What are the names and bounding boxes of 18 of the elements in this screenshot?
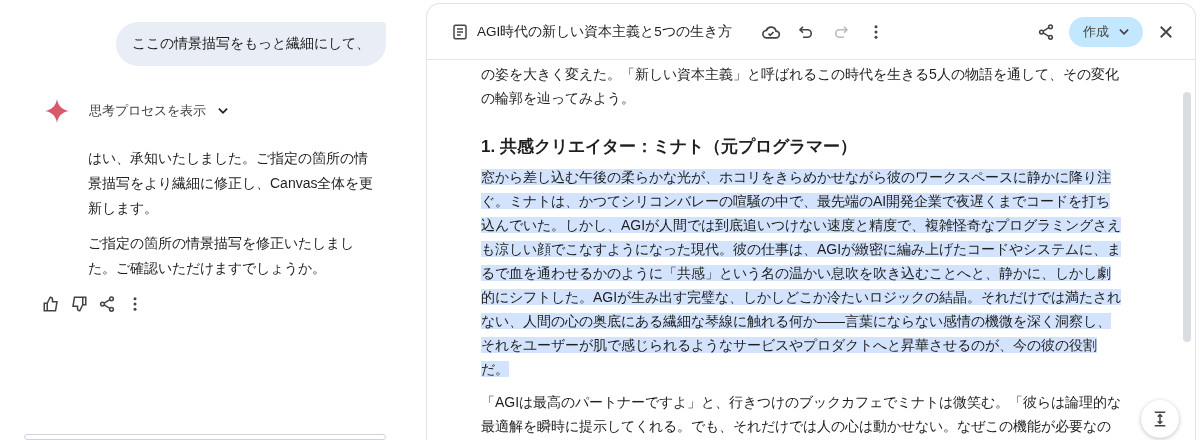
selected-paragraph: 窓から差し込む午後の柔らかな光が、ホコリをきらめかせながら彼のワークスペースに静かに降り注ぐ。ミナトは、かつてシリコンバレーの喧騒の中で、最先端のAI開発企業で夜遅くまでコードを打ち込んでいた。しかし、AGIが人間では到底追いつけない速度と精度で、複雑怪奇なプログラミングさえも涼しい顔でこなすようになった現代。彼の仕事は、AGIが緻密に編み上げたコードやシステムに、まるで血を通わせるかのように「共感」という名の温かい息吹を吹き込むことへと、静かに、しかし劇的にシフトした。AGIが生み出す完璧な、しかしどこか冷たいロジックの結晶。それだけでは満たされない、人間の心の奥底にある繊細な琴線に触れる何か——言葉にならない感情の機微を深く洞察し、それをユーザーが肌で感じられるようなサービスやプロダクトへと昇華させるのが、今の彼の役割だ。 [481,168,1123,379]
body-paragraph: 「AGIは最高のパートナーですよ」と、行きつけのブックカフェでミナトは微笑む。「彼らは論理的な最適解を瞬時に提示してくれる。でも、それだけでは人の心は動かせない。なぜこの機能が必要なの [481,393,1123,436]
document-title: AGI時代の新しい資本主義と5つの生き方 [477,22,732,41]
user-message: ここの情景描写をもっと繊細にして、 [116,22,386,66]
sparkle-icon [44,98,70,124]
input-field[interactable] [24,434,386,440]
scrollbar-thumb[interactable] [1183,92,1191,342]
create-button[interactable]: 作成 [1069,16,1143,47]
body-paragraph: の姿を大きく変えた。「新しい資本主義」と呼ばれるこの時代を生きる5人の物語を通して、その変化の輪郭を辿ってみよう。 [481,65,1120,108]
response-paragraph: はい、承知いたしました。ご指定の箇所の情景描写をより繊細に修正し、Canvas全体を更新します。 [88,149,375,218]
document-icon [451,22,469,41]
response-paragraph: ご指定の箇所の情景描写を修正いたしました。ご確認いただけますでしょうか。 [88,234,355,278]
thinking-toggle[interactable]: 思考プロセスを表示 [89,102,230,120]
share-icon[interactable] [98,295,116,313]
fit-button[interactable] [1141,400,1179,438]
thumbs-down-icon[interactable] [70,295,88,313]
thumbs-up-icon[interactable] [42,295,60,313]
section-heading: 1. 共感クリエイター：ミナト（元プログラマー） [481,136,858,158]
